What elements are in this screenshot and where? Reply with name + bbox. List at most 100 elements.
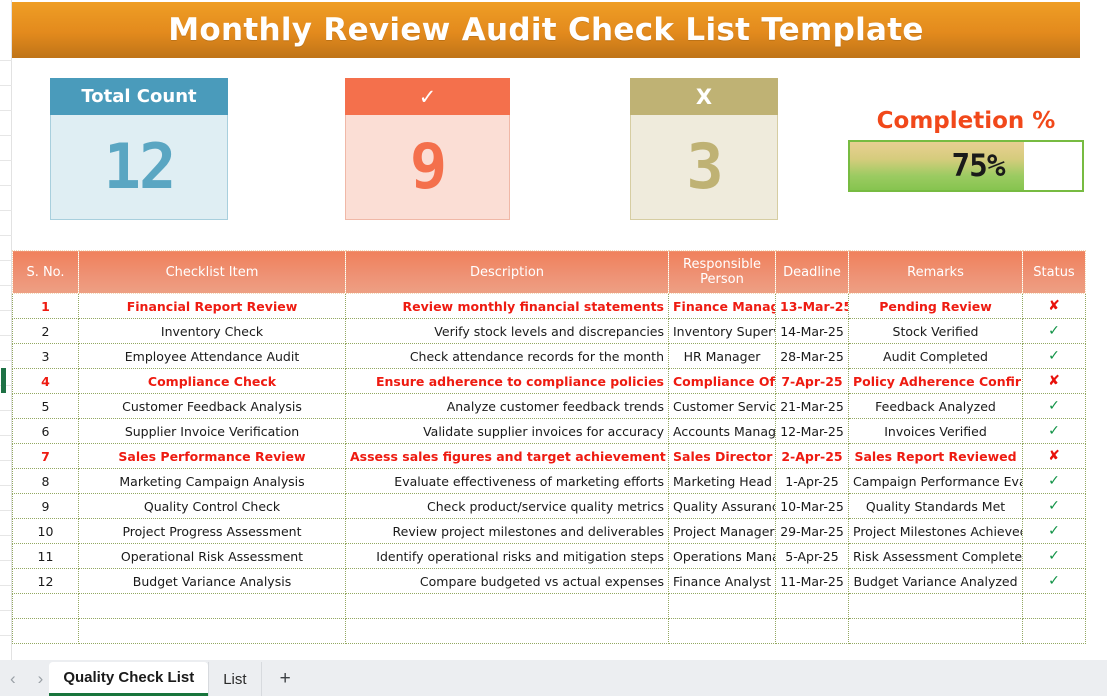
cell-checklist-item[interactable]: Sales Performance Review	[78, 443, 346, 469]
cell-checklist-item[interactable]: Quality Control Check	[78, 493, 346, 519]
cell-status[interactable]: ✓	[1022, 418, 1086, 444]
table-row-empty[interactable]	[12, 593, 1086, 619]
cell-empty[interactable]	[775, 618, 849, 644]
cell-status[interactable]: ✓	[1022, 543, 1086, 569]
col-header-deadline[interactable]: Deadline	[775, 250, 849, 294]
cell-responsible-person[interactable]: Inventory Supervisor	[668, 318, 776, 344]
cell-responsible-person[interactable]: HR Manager	[668, 343, 776, 369]
cell-description[interactable]: Review monthly financial statements	[345, 293, 669, 319]
chevron-left-icon[interactable]: ‹	[10, 670, 16, 687]
col-header-description[interactable]: Description	[345, 250, 669, 294]
cell-empty[interactable]	[668, 618, 776, 644]
table-row-empty[interactable]	[12, 618, 1086, 644]
cell-status[interactable]: ✓	[1022, 318, 1086, 344]
cell-remarks[interactable]: Policy Adherence Confirmed	[848, 368, 1023, 394]
add-sheet-button[interactable]: +	[260, 662, 309, 696]
cell-description[interactable]: Analyze customer feedback trends	[345, 393, 669, 419]
cell-description[interactable]: Evaluate effectiveness of marketing effo…	[345, 468, 669, 494]
cell-status[interactable]: ✓	[1022, 518, 1086, 544]
cell-description[interactable]: Verify stock levels and discrepancies	[345, 318, 669, 344]
cell-deadline[interactable]: 29-Mar-25	[775, 518, 849, 544]
cell-checklist-item[interactable]: Operational Risk Assessment	[78, 543, 346, 569]
cell-deadline[interactable]: 21-Mar-25	[775, 393, 849, 419]
cell-deadline[interactable]: 5-Apr-25	[775, 543, 849, 569]
cell-deadline[interactable]: 7-Apr-25	[775, 368, 849, 394]
cell-s-no[interactable]: 3	[12, 343, 79, 369]
cell-status[interactable]: ✓	[1022, 393, 1086, 419]
cell-checklist-item[interactable]: Financial Report Review	[78, 293, 346, 319]
cell-description[interactable]: Assess sales figures and target achievem…	[345, 443, 669, 469]
cell-description[interactable]: Check attendance records for the month	[345, 343, 669, 369]
cell-checklist-item[interactable]: Employee Attendance Audit	[78, 343, 346, 369]
cell-deadline[interactable]: 2-Apr-25	[775, 443, 849, 469]
cell-remarks[interactable]: Sales Report Reviewed	[848, 443, 1023, 469]
cell-status[interactable]: ✓	[1022, 468, 1086, 494]
cell-description[interactable]: Compare budgeted vs actual expenses	[345, 568, 669, 594]
sheet-tab-quality-check-list[interactable]: Quality Check List	[49, 662, 209, 696]
cell-status[interactable]: ✘	[1022, 443, 1086, 469]
cell-s-no[interactable]: 6	[12, 418, 79, 444]
cell-empty[interactable]	[848, 618, 1023, 644]
cell-status[interactable]: ✘	[1022, 293, 1086, 319]
cell-checklist-item[interactable]: Compliance Check	[78, 368, 346, 394]
sheet-tab-list[interactable]: List	[208, 662, 260, 696]
cell-responsible-person[interactable]: Marketing Head	[668, 468, 776, 494]
cell-responsible-person[interactable]: Project Manager	[668, 518, 776, 544]
cell-empty[interactable]	[775, 593, 849, 619]
cell-deadline[interactable]: 12-Mar-25	[775, 418, 849, 444]
cell-responsible-person[interactable]: Sales Director	[668, 443, 776, 469]
cell-s-no[interactable]: 7	[12, 443, 79, 469]
cell-remarks[interactable]: Risk Assessment Completed	[848, 543, 1023, 569]
cell-description[interactable]: Ensure adherence to compliance policies	[345, 368, 669, 394]
cell-deadline[interactable]: 1-Apr-25	[775, 468, 849, 494]
cell-responsible-person[interactable]: Customer Service Head	[668, 393, 776, 419]
cell-deadline[interactable]: 28-Mar-25	[775, 343, 849, 369]
cell-remarks[interactable]: Quality Standards Met	[848, 493, 1023, 519]
cell-empty[interactable]	[1022, 593, 1086, 619]
col-header-remarks[interactable]: Remarks	[848, 250, 1023, 294]
cell-checklist-item[interactable]: Inventory Check	[78, 318, 346, 344]
cell-checklist-item[interactable]: Budget Variance Analysis	[78, 568, 346, 594]
table-row[interactable]: 10 Project Progress Assessment Review proj…	[12, 518, 1086, 544]
col-header-responsible-person[interactable]: Responsible Person	[668, 250, 776, 294]
cell-remarks[interactable]: Project Milestones Achieved	[848, 518, 1023, 544]
cell-s-no[interactable]: 2	[12, 318, 79, 344]
table-row[interactable]: 2 Inventory Check Verify stock levels and …	[12, 318, 1086, 344]
cell-status[interactable]: ✓	[1022, 493, 1086, 519]
cell-responsible-person[interactable]: Quality Assurance Manager	[668, 493, 776, 519]
cell-remarks[interactable]: Feedback Analyzed	[848, 393, 1023, 419]
cell-empty[interactable]	[1022, 618, 1086, 644]
table-row[interactable]: 11 Operational Risk Assessment Identify op…	[12, 543, 1086, 569]
cell-deadline[interactable]: 11-Mar-25	[775, 568, 849, 594]
cell-responsible-person[interactable]: Compliance Officer	[668, 368, 776, 394]
cell-status[interactable]: ✓	[1022, 568, 1086, 594]
cell-deadline[interactable]: 10-Mar-25	[775, 493, 849, 519]
cell-remarks[interactable]: Audit Completed	[848, 343, 1023, 369]
cell-description[interactable]: Review project milestones and deliverabl…	[345, 518, 669, 544]
table-row[interactable]: 9 Quality Control Check Check product/serv…	[12, 493, 1086, 519]
cell-s-no[interactable]: 8	[12, 468, 79, 494]
table-row[interactable]: 8 Marketing Campaign Analysis Evaluate eff…	[12, 468, 1086, 494]
cell-checklist-item[interactable]: Customer Feedback Analysis	[78, 393, 346, 419]
col-header-s-no[interactable]: S. No.	[12, 250, 79, 294]
cell-deadline[interactable]: 13-Mar-25	[775, 293, 849, 319]
cell-checklist-item[interactable]: Marketing Campaign Analysis	[78, 468, 346, 494]
cell-s-no[interactable]: 12	[12, 568, 79, 594]
cell-remarks[interactable]: Stock Verified	[848, 318, 1023, 344]
cell-s-no[interactable]: 10	[12, 518, 79, 544]
cell-s-no[interactable]: 9	[12, 493, 79, 519]
cell-description[interactable]: Identify operational risks and mitigatio…	[345, 543, 669, 569]
table-row[interactable]: 12 Budget Variance Analysis Compare budget…	[12, 568, 1086, 594]
cell-responsible-person[interactable]: Finance Analyst	[668, 568, 776, 594]
cell-empty[interactable]	[78, 593, 346, 619]
cell-remarks[interactable]: Campaign Performance Evaluated	[848, 468, 1023, 494]
cell-remarks[interactable]: Pending Review	[848, 293, 1023, 319]
cell-remarks[interactable]: Budget Variance Analyzed	[848, 568, 1023, 594]
cell-s-no[interactable]: 4	[12, 368, 79, 394]
table-row[interactable]: 6 Supplier Invoice Verification Validate s…	[12, 418, 1086, 444]
cell-status[interactable]: ✓	[1022, 343, 1086, 369]
cell-empty[interactable]	[12, 593, 79, 619]
table-row[interactable]: 1 Financial Report Review Review monthly f…	[12, 293, 1086, 319]
table-row[interactable]: 4 Compliance Check Ensure adherence to com…	[12, 368, 1086, 394]
col-header-checklist-item[interactable]: Checklist Item	[78, 250, 346, 294]
